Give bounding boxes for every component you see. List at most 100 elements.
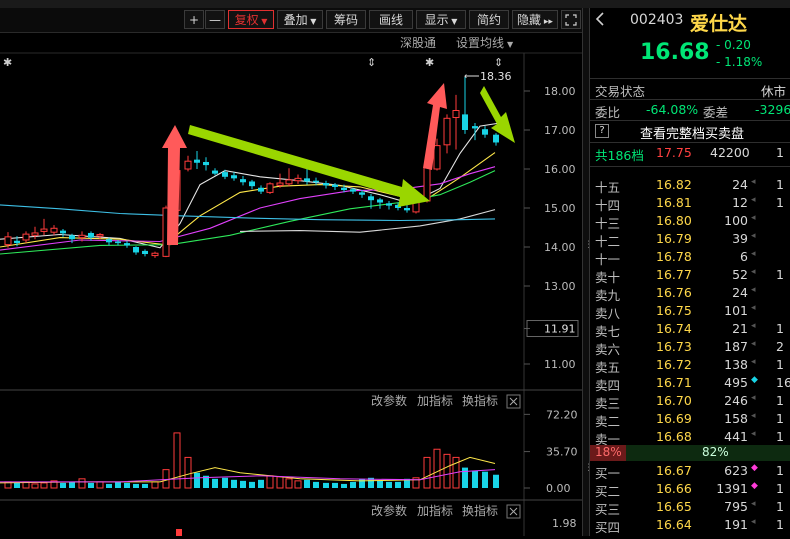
candle-body bbox=[22, 233, 30, 241]
asks-row[interactable]: 卖八 16.75 101 ◂ bbox=[590, 303, 790, 321]
asks-row[interactable]: 卖二 16.69 158 ◂ 1 bbox=[590, 411, 790, 429]
asks-volume: 6 bbox=[740, 249, 748, 264]
full-order-book-link[interactable]: 查看完整档买卖盘 bbox=[640, 123, 744, 142]
trade-status-value: 休市 bbox=[761, 84, 787, 99]
asks-price: 16.74 bbox=[656, 321, 692, 336]
sgt-button[interactable]: 深股通 bbox=[400, 36, 436, 50]
asks-price: 16.75 bbox=[656, 303, 692, 318]
asks-volume: 21 bbox=[732, 321, 748, 336]
divider bbox=[590, 120, 790, 121]
bids-row[interactable]: 买二 16.66 1391 ◆ 1 bbox=[590, 481, 790, 499]
asks-level-label: 十二 bbox=[595, 234, 621, 249]
asks-level-label: 卖二 bbox=[595, 414, 621, 429]
fuquan-label: 复权 bbox=[234, 13, 259, 27]
volume-bar bbox=[258, 479, 264, 488]
chouma-button[interactable]: 筹码 bbox=[326, 10, 366, 29]
candle-body bbox=[276, 182, 284, 186]
volume-bar bbox=[231, 479, 237, 488]
asks-row[interactable]: 卖五 16.72 138 ◂ 1 bbox=[590, 357, 790, 375]
close-icon bbox=[509, 507, 518, 516]
asks-row[interactable]: 十二 16.79 39 ◂ bbox=[590, 231, 790, 249]
collapse-panel-button[interactable] bbox=[595, 12, 609, 26]
ind-close-button[interactable] bbox=[506, 504, 521, 519]
asks-row[interactable]: 卖六 16.73 187 ◂ 2 bbox=[590, 339, 790, 357]
diejia-button[interactable]: 叠加 ▼ bbox=[277, 10, 323, 29]
vol-switch-indicator-button[interactable]: 换指标 bbox=[462, 393, 498, 408]
huaxian-button[interactable]: 画线 bbox=[369, 10, 413, 29]
candle-body bbox=[493, 134, 499, 143]
asks-row[interactable]: 十五 16.82 24 ◂ 1 bbox=[590, 177, 790, 195]
asks-row[interactable]: 十三 16.80 100 ◂ bbox=[590, 213, 790, 231]
asks-row[interactable]: 十一 16.78 6 ◂ bbox=[590, 249, 790, 267]
volume-axis-label: 0.00 bbox=[546, 482, 571, 495]
candle-body bbox=[294, 177, 302, 182]
ind-change-param-button[interactable]: 改参数 bbox=[371, 503, 407, 518]
candle-body bbox=[462, 114, 468, 130]
asks-level-label: 卖五 bbox=[595, 360, 621, 375]
candle-body bbox=[350, 189, 356, 192]
ind-switch-indicator-button[interactable]: 换指标 bbox=[462, 503, 498, 518]
candle-body bbox=[433, 145, 441, 170]
bids-row[interactable]: 买四 16.64 191 ◂ 1 bbox=[590, 517, 790, 535]
kline-chart[interactable]: 深股通 设置均线 ▼ ✱ ⇕ ✱ ⇕ 18.00 17.00 16.00 15.00 1… bbox=[0, 33, 582, 536]
volume-bar bbox=[106, 483, 112, 488]
set-ma-button[interactable]: 设置均线 bbox=[456, 36, 504, 50]
asks-row[interactable]: 卖四 16.71 495 ◆ 16 bbox=[590, 375, 790, 393]
price-axis-label: 13.00 bbox=[544, 280, 576, 293]
triangle-left-icon: ◂ bbox=[751, 195, 756, 205]
depth-volume: 42200 bbox=[710, 145, 750, 160]
vol-add-indicator-button[interactable]: 加指标 bbox=[417, 393, 453, 408]
depth-summary-row: 共186档 17.75 42200 1 bbox=[590, 145, 790, 163]
volume-bar bbox=[285, 478, 293, 489]
jianyue-button[interactable]: 简约 bbox=[469, 10, 509, 29]
asks-price: 16.80 bbox=[656, 213, 692, 228]
candle-body bbox=[285, 179, 293, 185]
price-axis-label: 11.91 bbox=[544, 323, 576, 336]
xianshi-button[interactable]: 显示 ▼ bbox=[416, 10, 466, 29]
event-marker-icon[interactable]: ✱ bbox=[425, 56, 434, 69]
asks-level-label: 十四 bbox=[595, 198, 621, 213]
asks-row[interactable]: 卖九 16.76 24 ◂ bbox=[590, 285, 790, 303]
candle-body bbox=[222, 172, 228, 177]
weicha-label: 委差 bbox=[703, 105, 729, 120]
zoom-out-button[interactable]: — bbox=[205, 10, 225, 29]
event-marker-icon[interactable]: ✱ bbox=[3, 56, 12, 69]
candle-body bbox=[472, 126, 478, 129]
fullscreen-button[interactable] bbox=[561, 10, 581, 29]
volume-bar bbox=[350, 481, 356, 488]
help-icon[interactable]: ? bbox=[595, 124, 609, 138]
volume-bar bbox=[341, 483, 347, 488]
volume-bar bbox=[443, 453, 451, 489]
panel-splitter[interactable]: ⋮ ⋮ bbox=[582, 8, 593, 536]
xianshi-label: 显示 bbox=[424, 13, 449, 27]
candle-body bbox=[124, 243, 130, 246]
yincang-button[interactable]: 隐藏 ▸▸ bbox=[512, 10, 558, 29]
ind-add-indicator-button[interactable]: 加指标 bbox=[417, 503, 453, 518]
zoom-in-button[interactable]: + bbox=[184, 10, 204, 29]
vol-close-button[interactable] bbox=[506, 394, 521, 409]
volume-bar bbox=[433, 448, 441, 489]
volume-bar bbox=[173, 432, 181, 489]
event-marker-icon[interactable]: ⇕ bbox=[494, 56, 503, 69]
asks-row[interactable]: 十四 16.81 12 ◂ 1 bbox=[590, 195, 790, 213]
event-marker-icon[interactable]: ⇕ bbox=[367, 56, 376, 69]
price-axis-label: 18.00 bbox=[544, 85, 576, 98]
vol-change-param-button[interactable]: 改参数 bbox=[371, 393, 407, 408]
candle-body bbox=[266, 183, 274, 193]
volume-bar bbox=[462, 467, 468, 488]
asks-row[interactable]: 卖三 16.70 246 ◂ 1 bbox=[590, 393, 790, 411]
divider bbox=[590, 78, 790, 79]
fuquan-button[interactable]: 复权 ▼ bbox=[228, 10, 274, 29]
asks-row[interactable]: 卖十 16.77 52 ◂ 1 bbox=[590, 267, 790, 285]
triangle-left-icon: ◂ bbox=[751, 321, 756, 331]
bids-volume: 1391 bbox=[716, 481, 748, 496]
triangle-left-icon: ◂ bbox=[751, 357, 756, 367]
bids-level-label: 买三 bbox=[595, 502, 621, 517]
volume-bar bbox=[40, 482, 48, 489]
bids-row[interactable]: 买一 16.67 623 ◆ 1 bbox=[590, 463, 790, 481]
bids-row[interactable]: 买三 16.65 795 ◂ 1 bbox=[590, 499, 790, 517]
volume-bar bbox=[115, 481, 121, 488]
asks-row[interactable]: 卖七 16.74 21 ◂ 1 bbox=[590, 321, 790, 339]
triangle-left-icon: ◂ bbox=[751, 339, 756, 349]
asks-volume: 441 bbox=[724, 429, 748, 444]
